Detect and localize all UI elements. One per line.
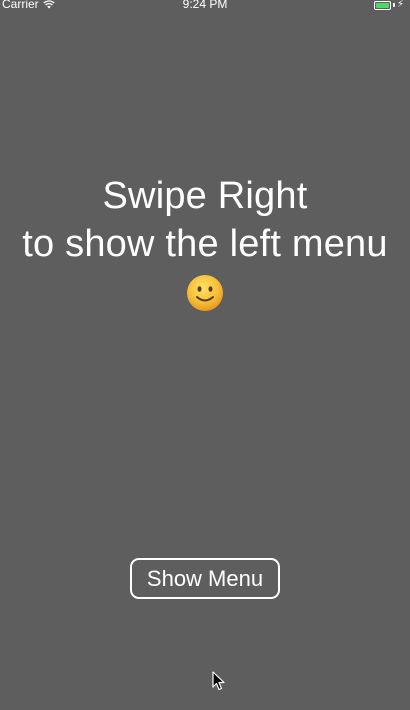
instruction-line-2: to show the left menu bbox=[22, 223, 388, 265]
battery-level bbox=[375, 2, 389, 8]
battery-cap bbox=[392, 3, 395, 7]
status-time: 9:24 PM bbox=[182, 0, 228, 11]
app-screen: Carrier 9:24 PM ⚡ Swipe Right to show th… bbox=[0, 0, 410, 710]
slightly-smiling-face-icon bbox=[186, 274, 224, 312]
charging-bolt-icon: ⚡ bbox=[396, 0, 404, 10]
instruction-line-1: Swipe Right bbox=[102, 175, 308, 217]
swipe-instruction: Swipe Right to show the left menu bbox=[0, 172, 410, 324]
battery-icon: ⚡ bbox=[373, 0, 404, 10]
mouse-pointer-icon bbox=[212, 671, 226, 691]
status-bar: Carrier 9:24 PM ⚡ bbox=[0, 0, 410, 14]
show-menu-button[interactable]: Show Menu bbox=[130, 558, 280, 599]
battery-body bbox=[373, 0, 391, 10]
